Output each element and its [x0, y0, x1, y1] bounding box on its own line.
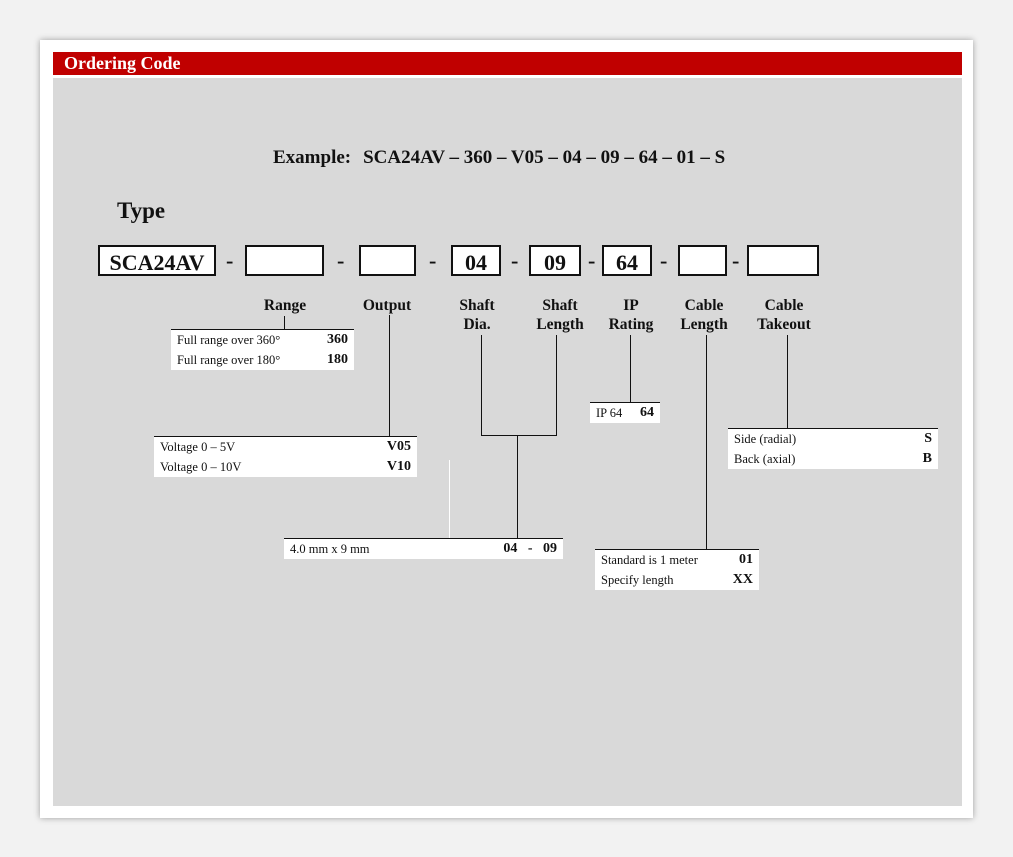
- dash-separator: -: [429, 248, 437, 273]
- example-label: Example:: [273, 147, 352, 168]
- type-label: Type: [117, 198, 166, 223]
- connector-line: [787, 335, 788, 428]
- cable-length-table: Standard is 1 meter 01 Specify length XX: [595, 549, 759, 590]
- connector-line: [517, 435, 518, 539]
- divider-line: [449, 460, 450, 540]
- dash-separator: -: [588, 248, 596, 273]
- section-title-bar: Ordering Code: [53, 52, 962, 75]
- dash-separator: -: [337, 248, 345, 273]
- column-heading-output: Output: [362, 297, 412, 314]
- section-title: Ordering Code: [64, 53, 181, 73]
- table-row: Specify length XX: [601, 572, 753, 587]
- connector-line: [556, 335, 557, 436]
- connector-line: [389, 315, 390, 436]
- column-heading-range: Range: [263, 297, 307, 314]
- column-heading-ip-rating: IP Rating: [608, 297, 654, 333]
- table-row: Voltage 0 – 5V V05: [160, 439, 411, 454]
- connector-line: [706, 335, 707, 550]
- column-heading-cable-takeout: Cable Takeout: [757, 297, 811, 333]
- ordering-code-panel: Example: SCA24AV – 360 – V05 – 04 – 09 – …: [53, 78, 962, 806]
- code-box-type: SCA24AV: [98, 245, 216, 276]
- dash-separator: -: [660, 248, 668, 273]
- column-heading-cable-length: Cable Length: [680, 297, 728, 333]
- table-row: Side (radial) S: [734, 431, 932, 446]
- table-row: Back (axial) B: [734, 451, 932, 466]
- ip-rating-table: IP 64 64: [590, 402, 660, 423]
- table-row: Standard is 1 meter 01: [601, 552, 753, 567]
- output-options-table: Voltage 0 – 5V V05 Voltage 0 – 10V V10: [154, 436, 417, 477]
- shaft-options-table: 4.0 mm x 9 mm 04 - 09: [284, 538, 563, 559]
- connector-line: [481, 335, 482, 436]
- example-code: SCA24AV – 360 – V05 – 04 – 09 – 64 – 01 …: [363, 147, 726, 168]
- connector-line: [630, 335, 631, 403]
- code-box-cable-length: [678, 245, 727, 276]
- dash-separator: -: [511, 248, 519, 273]
- ordering-code-sheet: Ordering Code Example: SCA24AV – 360 – V0…: [40, 40, 973, 818]
- dash-separator: -: [732, 248, 740, 273]
- code-box-ip-rating: 64: [602, 245, 652, 276]
- code-box-output: [359, 245, 416, 276]
- table-row: Voltage 0 – 10V V10: [160, 459, 411, 474]
- dash-separator: -: [226, 248, 234, 273]
- connector-line: [284, 316, 285, 329]
- table-row: 4.0 mm x 9 mm 04 - 09: [290, 541, 557, 556]
- example-line: Example: SCA24AV – 360 – V05 – 04 – 09 – …: [273, 147, 725, 169]
- code-box-shaft-dia: 04: [451, 245, 501, 276]
- connector-line: [481, 435, 557, 436]
- table-row: IP 64 64: [596, 405, 654, 420]
- range-options-table: Full range over 360° 360 Full range over …: [171, 329, 354, 370]
- code-box-shaft-length: 09: [529, 245, 581, 276]
- cable-takeout-table: Side (radial) S Back (axial) B: [728, 428, 938, 469]
- code-box-cable-takeout: [747, 245, 819, 276]
- table-row: Full range over 360° 360: [177, 332, 348, 347]
- column-heading-shaft-length: Shaft Length: [536, 297, 584, 333]
- column-heading-shaft-dia: Shaft Dia.: [459, 297, 495, 333]
- code-box-range: [245, 245, 324, 276]
- table-row: Full range over 180° 180: [177, 352, 348, 367]
